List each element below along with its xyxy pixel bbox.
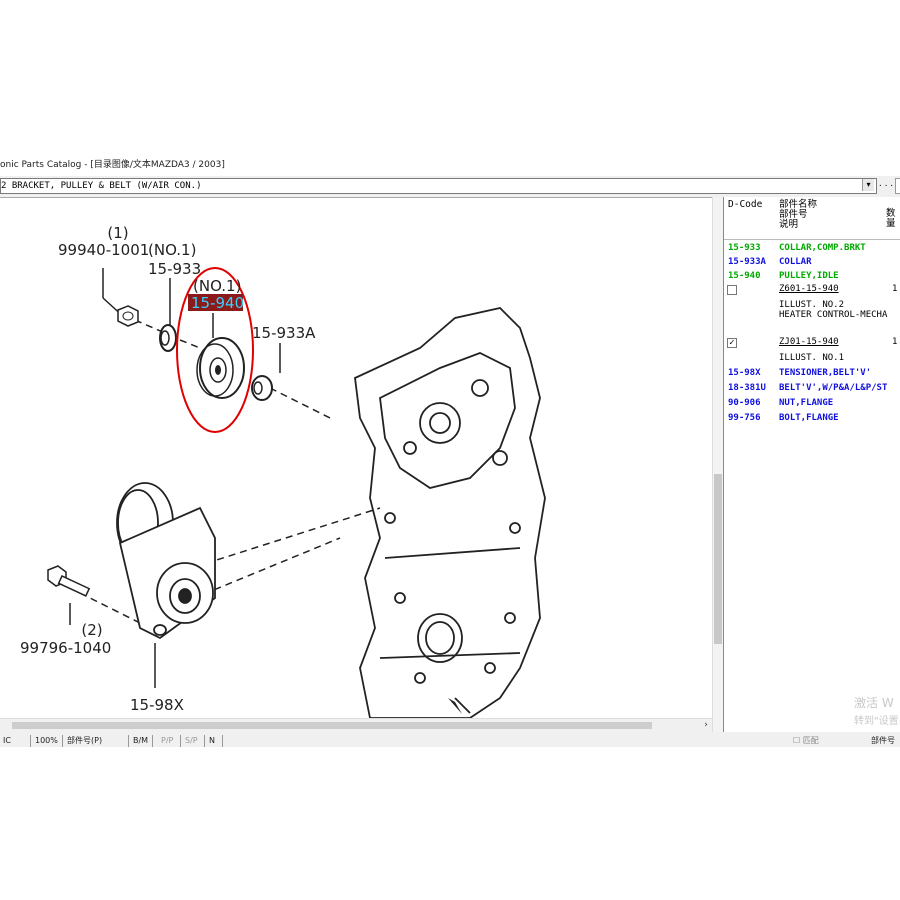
row-name: BOLT,FLANGE	[779, 413, 839, 423]
timing-cover-part	[354, 307, 546, 719]
label-no1-b: (NO.1)	[193, 277, 241, 295]
window-title: onic Parts Catalog - [目录图像/文本MAZDA3 / 20…	[0, 155, 900, 176]
row-code: 18-381U	[728, 383, 766, 393]
row-name: NUT,FLANGE	[779, 398, 834, 408]
row-code: 15-98X	[728, 368, 761, 378]
status-partno[interactable]: 部件号	[868, 735, 900, 747]
status-cell[interactable]: B/M	[130, 735, 153, 747]
table-row[interactable]: 15-940 PULLEY,IDLE	[724, 269, 900, 283]
table-row[interactable]: 15-933 COLLAR,COMP.BRKT	[724, 241, 900, 255]
option-part-number[interactable]: ZJ01-15-940	[779, 337, 839, 347]
collar-part	[159, 324, 177, 352]
option-note: ILLUST. NO.2	[779, 300, 845, 310]
section-selector-row: 2 BRACKET, PULLEY & BELT (W/AIR CON.) ▾ …	[0, 177, 900, 195]
row-code: 90-906	[728, 398, 761, 408]
chevron-down-icon[interactable]: ▾	[862, 179, 874, 191]
table-row[interactable]: 18-381U BELT'V',W/P&A/L&P/ST	[724, 381, 900, 395]
chevron-right-icon[interactable]: ›	[700, 719, 712, 731]
row-code: 99-756	[728, 413, 761, 423]
header-desc-line: 说明	[779, 219, 799, 230]
status-cell[interactable]: P/P	[158, 735, 181, 747]
status-cell[interactable]: N	[206, 735, 223, 747]
table-header: D-Code 部件名称 部件号 说明 数量	[724, 197, 900, 240]
diagram-horizontal-scrollbar[interactable]: ›	[0, 718, 712, 731]
row-name: BELT'V',W/P&A/L&P/ST	[779, 383, 888, 393]
option-checkbox[interactable]	[727, 285, 737, 295]
label-part-99796-1040[interactable]: 99796-1040	[20, 639, 111, 657]
parts-list-table[interactable]: D-Code 部件名称 部件号 说明 数量 15-933 COLLAR,COMP…	[723, 197, 900, 732]
option-part-number[interactable]: Z601-15-940	[779, 284, 839, 294]
column-header-dcode[interactable]: D-Code	[728, 200, 762, 210]
table-row[interactable]: 15-933A COLLAR	[724, 255, 900, 269]
status-bar: IC 100% 部件号(P) B/M P/P S/P N ☐ 匹配 部件号	[0, 735, 900, 747]
row-name: COLLAR,COMP.BRKT	[779, 243, 866, 253]
status-cell: IC	[0, 735, 31, 747]
window-control-button[interactable]	[895, 178, 900, 194]
table-row[interactable]: 15-98X TENSIONER,BELT'V'	[724, 366, 900, 380]
diagram-vertical-scrollbar[interactable]	[712, 197, 723, 732]
status-cell[interactable]: S/P	[182, 735, 205, 747]
tensioner-part	[116, 482, 216, 640]
idle-pulley-part	[196, 337, 245, 399]
label-part-15-933a[interactable]: 15-933A	[252, 324, 316, 342]
label-part-15-940[interactable]: 15-940	[191, 294, 244, 312]
row-code: 15-933A	[728, 257, 766, 267]
bolt-part	[47, 565, 91, 597]
match-label: 匹配	[802, 736, 819, 745]
status-cell[interactable]: 部件号(P)	[64, 735, 129, 747]
row-code: 15-933	[728, 243, 761, 253]
activation-watermark: 激活 W	[854, 696, 894, 710]
table-row[interactable]: 99-756 BOLT,FLANGE	[724, 411, 900, 425]
exploded-view-drawing[interactable]: (1) 99940-1001 (NO.1) 15-933 (NO.1) 15-9…	[0, 198, 712, 719]
match-checkbox-label[interactable]: ☐ 匹配	[790, 735, 856, 747]
option-qty: 1	[892, 337, 898, 347]
section-combobox[interactable]: 2 BRACKET, PULLEY & BELT (W/AIR CON.)	[0, 178, 877, 194]
label-part-15-98x[interactable]: 15-98X	[130, 696, 184, 714]
parts-diagram[interactable]: (1) 99940-1001 (NO.1) 15-933 (NO.1) 15-9…	[0, 197, 712, 719]
row-code: 15-940	[728, 271, 761, 281]
scrollbar-thumb[interactable]	[714, 474, 722, 644]
zoom-level[interactable]: 100%	[32, 735, 63, 747]
option-note: HEATER CONTROL-MECHA	[779, 310, 888, 320]
column-header-qty[interactable]: 数量	[886, 209, 900, 229]
row-name: TENSIONER,BELT'V'	[779, 368, 872, 378]
option-note: ILLUST. NO.1	[779, 353, 845, 363]
option-checkbox-checked[interactable]: ✓	[727, 338, 737, 348]
browse-button[interactable]: . . .	[878, 178, 894, 192]
arrow-icon	[448, 698, 462, 714]
option-qty: 1	[892, 284, 898, 294]
label-qty-1a: (1)	[107, 224, 128, 242]
collar-a-part	[251, 375, 273, 401]
label-qty-2: (2)	[81, 621, 102, 639]
label-part-15-933[interactable]: 15-933	[148, 260, 201, 278]
column-header-name[interactable]: 部件名称 部件号 说明	[779, 200, 817, 230]
label-part-99940-1001[interactable]: 99940-1001	[58, 241, 149, 259]
scrollbar-thumb[interactable]	[12, 722, 652, 729]
activation-watermark-sub: 转到"设置	[854, 716, 899, 727]
table-row[interactable]: 90-906 NUT,FLANGE	[724, 396, 900, 410]
nut-part	[117, 305, 139, 327]
catalog-window: onic Parts Catalog - [目录图像/文本MAZDA3 / 20…	[0, 155, 900, 747]
row-name: PULLEY,IDLE	[779, 271, 839, 281]
label-no1-a: (NO.1)	[148, 241, 196, 259]
row-name: COLLAR	[779, 257, 812, 267]
